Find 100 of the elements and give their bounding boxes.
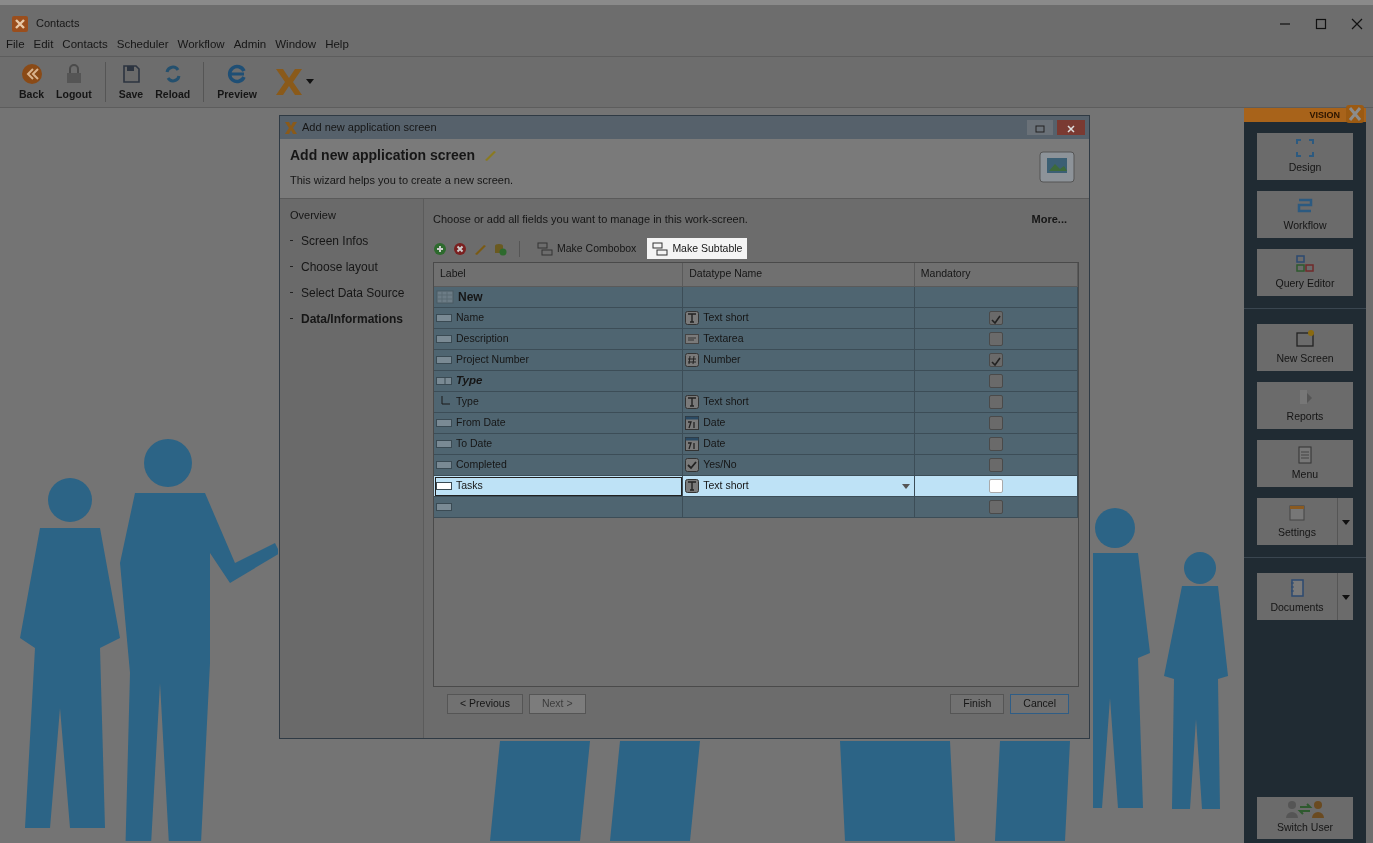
hash-icon: [685, 353, 700, 367]
table-row[interactable]: New: [434, 286, 1078, 308]
wizard-step[interactable]: Select Data Source: [290, 283, 413, 302]
sidebar-button[interactable]: Switch User: [1257, 797, 1353, 839]
calendar-icon: [685, 437, 700, 451]
sidebar-button[interactable]: New Screen: [1257, 324, 1353, 371]
wizard-button[interactable]: Finish: [950, 693, 1005, 714]
row-label: From Date: [456, 415, 506, 431]
pencil-icon: [473, 242, 487, 257]
row-label: Type: [456, 394, 479, 410]
calendar-icon: [685, 416, 700, 430]
toolbar-button[interactable]: Logout: [51, 59, 97, 105]
datatype-text: Number: [703, 352, 741, 368]
menu-item[interactable]: Admin: [233, 36, 267, 54]
mandatory-checkbox[interactable]: [988, 437, 1003, 451]
pencil-icon: [483, 148, 498, 163]
mandatory-checkbox[interactable]: [988, 479, 1003, 493]
field-icon: [436, 334, 452, 344]
menu-item[interactable]: Help: [325, 36, 349, 54]
instruction-text: Choose or add all fields you want to manage in this work-screen.: [433, 212, 748, 227]
text-type-icon: [685, 311, 700, 325]
menu-item[interactable]: Workflow: [177, 36, 225, 54]
wizard-heading: Add new application screen: [290, 147, 476, 164]
close-button[interactable]: [1057, 120, 1085, 135]
menu-item[interactable]: Scheduler: [116, 36, 169, 54]
table-row[interactable]: To Date Date: [434, 433, 1078, 455]
action-button[interactable]: Make Subtable: [647, 237, 748, 260]
table-row[interactable]: Type: [434, 370, 1078, 392]
column-header[interactable]: Mandatory: [914, 262, 1078, 287]
table-row[interactable]: Completed Yes/No: [434, 454, 1078, 476]
sidebar-button[interactable]: Query Editor: [1257, 249, 1353, 296]
menu-item[interactable]: Contacts: [62, 36, 108, 54]
row-label: Completed: [456, 457, 507, 473]
mandatory-checkbox[interactable]: [988, 416, 1003, 430]
wizard-step[interactable]: Choose layout: [290, 257, 413, 276]
row-label: Name: [456, 310, 484, 326]
table-row[interactable]: Type Text short: [434, 391, 1078, 413]
datatype-text: Text short: [703, 310, 749, 326]
sidebar-button[interactable]: Design: [1257, 133, 1353, 180]
toolbar-button[interactable]: Preview: [212, 59, 262, 105]
brand-text: VISION: [1309, 110, 1340, 120]
sidebar-button[interactable]: Workflow: [1257, 191, 1353, 238]
toolbar-button[interactable]: [433, 240, 447, 257]
close-icon: [1067, 125, 1075, 134]
sidebar-button[interactable]: Menu: [1257, 440, 1353, 487]
column-header[interactable]: Datatype Name: [682, 262, 915, 287]
wizard-subtitle: This wizard helps you to create a new screen.: [290, 172, 515, 188]
sidebar-button[interactable]: Reports: [1257, 382, 1353, 429]
row-label: To Date: [456, 436, 493, 452]
row-label: Type: [456, 373, 483, 389]
wizard-step[interactable]: Screen Infos: [290, 231, 413, 250]
calendar-window-icon: [1287, 502, 1307, 523]
x-logo-icon: [284, 120, 298, 135]
menu-item[interactable]: Window: [275, 36, 317, 54]
menu-item[interactable]: File: [6, 36, 25, 54]
toolbar-button[interactable]: Reload: [150, 59, 196, 105]
mandatory-checkbox[interactable]: [988, 311, 1003, 325]
table-row[interactable]: Description Textarea: [434, 328, 1078, 350]
mandatory-checkbox[interactable]: [988, 500, 1003, 514]
dropdown-button[interactable]: [1337, 498, 1353, 545]
users-swap-icon: [1285, 800, 1325, 819]
dialog-title: Add new application screen: [302, 120, 437, 136]
caret-icon: [305, 79, 314, 85]
caret-icon: [1341, 519, 1350, 525]
wizard-step[interactable]: Data/Informations: [290, 309, 413, 328]
datatype-text: Text short: [703, 478, 749, 494]
field-icon: [436, 502, 452, 512]
field-icon: [436, 355, 452, 365]
more-link[interactable]: More...: [1031, 211, 1067, 228]
table-row[interactable]: Tasks Text short: [434, 475, 1078, 497]
wizard-button[interactable]: < Previous: [447, 693, 523, 714]
checkbox-icon: [685, 458, 700, 472]
action-button[interactable]: Make Combobox: [532, 237, 642, 260]
mandatory-checkbox[interactable]: [988, 374, 1003, 388]
row-label: New: [458, 289, 483, 306]
table-row[interactable]: From Date Date: [434, 412, 1078, 434]
app-logo-icon: [12, 15, 28, 32]
mandatory-checkbox[interactable]: [988, 458, 1003, 472]
toolbar-button[interactable]: Save: [113, 59, 149, 105]
toolbar-button[interactable]: [453, 240, 467, 257]
window-title: Contacts: [36, 16, 80, 32]
table-icon: [537, 241, 553, 256]
cylinder-add-icon: [493, 242, 507, 257]
table-row[interactable]: Project Number Number: [434, 349, 1078, 371]
wizard-button[interactable]: Cancel: [1010, 693, 1069, 714]
mandatory-checkbox[interactable]: [988, 332, 1003, 346]
field-icon: [436, 418, 452, 428]
row-label: Tasks: [456, 478, 483, 494]
x-logo-icon: [1346, 105, 1364, 123]
datatype-text: Date: [703, 436, 726, 452]
table-row[interactable]: Name Text short: [434, 307, 1078, 329]
text-type-icon: [685, 395, 700, 409]
column-header[interactable]: Label: [434, 262, 683, 287]
mandatory-checkbox[interactable]: [988, 353, 1003, 367]
add-icon: [433, 242, 447, 257]
mandatory-checkbox[interactable]: [988, 395, 1003, 409]
menu-item[interactable]: Edit: [33, 36, 54, 54]
row-label: Description: [456, 331, 509, 347]
toolbar-button[interactable]: Back: [14, 59, 50, 105]
dropdown-button[interactable]: [1337, 573, 1353, 620]
